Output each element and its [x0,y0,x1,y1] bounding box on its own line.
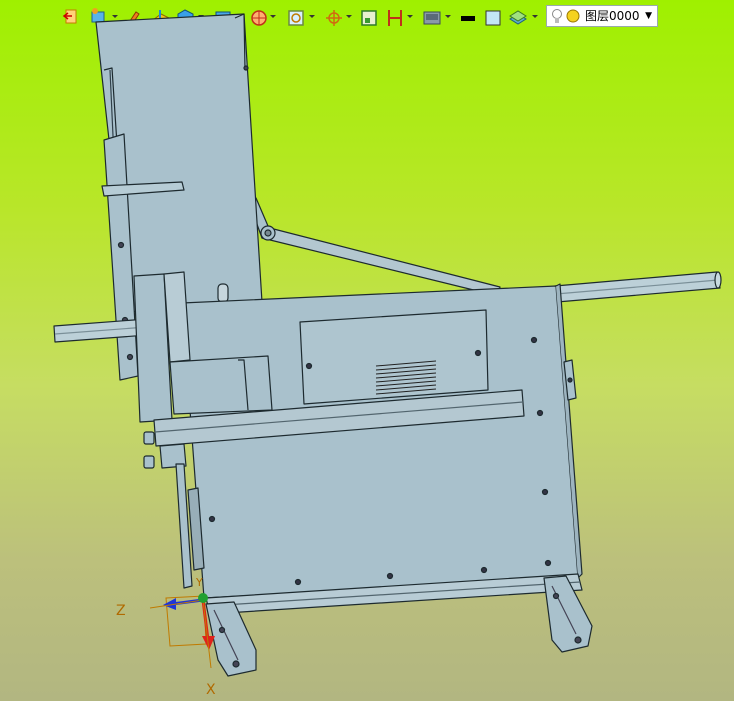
main-housing[interactable] [181,283,583,599]
3d-viewport[interactable]: 图层0000 ▼ Z X Y [0,0,734,701]
x-axis-label: X [206,682,216,698]
right-guide-rod[interactable] [554,271,722,303]
cad-model[interactable]: Z X Y [0,0,734,701]
z-axis-label: Z [116,603,126,619]
coordinate-triad [149,593,215,669]
y-axis-label: Y [195,576,203,589]
left-knobs[interactable] [143,431,155,469]
foot-right[interactable] [543,575,593,653]
diagonal-strut[interactable] [249,197,501,297]
